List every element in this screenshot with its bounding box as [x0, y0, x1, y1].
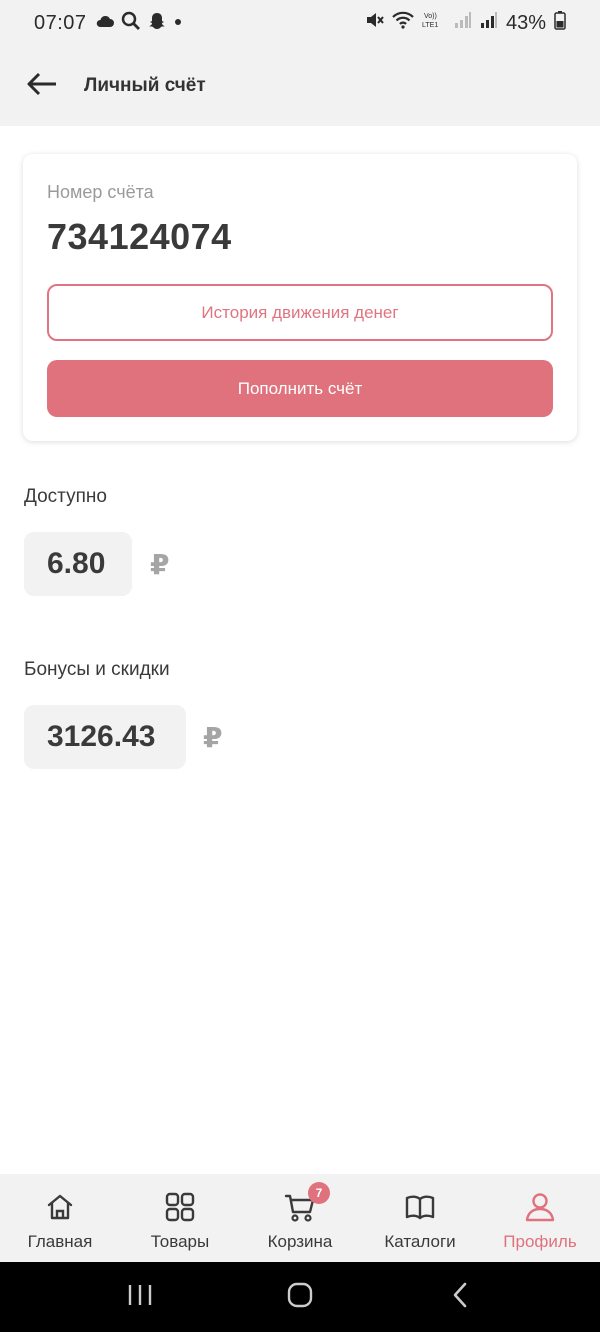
nav-item-profile[interactable]: Профиль: [480, 1174, 600, 1262]
recent-apps-icon: [126, 1283, 154, 1312]
system-nav-bar: [0, 1262, 600, 1332]
nav-item-catalogs[interactable]: Каталоги: [360, 1174, 480, 1262]
money-history-button[interactable]: История движения денег: [47, 284, 553, 341]
nav-label-products: Товары: [150, 1232, 210, 1251]
battery-icon: [554, 10, 566, 36]
user-icon: [524, 1190, 556, 1224]
signal-icon: [454, 11, 472, 35]
account-card: Номер счёта 734124074 История движения д…: [23, 154, 577, 441]
nav-item-products[interactable]: Товары: [120, 1174, 240, 1262]
ruble-icon: ₽: [150, 549, 170, 580]
home-icon: [44, 1190, 76, 1224]
recent-apps-button[interactable]: [100, 1267, 180, 1327]
cart-icon: 7: [284, 1182, 330, 1224]
volte-icon: Vo)) LTE1: [422, 10, 446, 36]
back-system-button[interactable]: [420, 1267, 500, 1327]
topup-button[interactable]: Пополнить счёт: [47, 360, 553, 417]
account-number: 734124074: [47, 216, 232, 257]
status-time: 07:07: [34, 11, 87, 34]
chevron-left-icon: [450, 1281, 470, 1314]
bonuses-label: Бонусы и скидки: [24, 659, 170, 680]
bonuses-amount-value: 3126.43: [47, 720, 156, 753]
snapchat-icon: [147, 11, 167, 36]
home-circle-icon: [286, 1281, 314, 1314]
battery-level: 43%: [505, 11, 546, 34]
available-label: Доступно: [24, 486, 107, 507]
ruble-icon: ₽: [203, 722, 223, 753]
nav-label-home: Главная: [27, 1232, 93, 1251]
book-icon: [404, 1190, 436, 1224]
page-title: Личный счёт: [84, 75, 206, 96]
search-icon: [121, 11, 141, 36]
back-button[interactable]: [0, 46, 84, 126]
wifi-icon: [392, 11, 414, 35]
cloud-icon: [95, 14, 115, 33]
app-header: Личный счёт: [0, 46, 600, 126]
account-number-label: Номер счёта: [47, 182, 154, 202]
nav-label-catalogs: Каталоги: [384, 1232, 456, 1251]
mute-icon: [364, 10, 384, 36]
svg-text:Vo)): Vo)): [424, 13, 437, 20]
nav-item-home[interactable]: Главная: [0, 1174, 120, 1262]
dot-icon: [173, 14, 183, 32]
svg-text:LTE1: LTE1: [422, 22, 438, 29]
signal-icon: [480, 11, 498, 35]
grid-icon: [164, 1190, 196, 1224]
nav-label-profile: Профиль: [503, 1232, 577, 1251]
status-bar: 07:07 Vo)) LTE1 43%: [0, 0, 600, 46]
bottom-nav: Главная Товары 7 Корзина Каталоги Профил…: [0, 1174, 600, 1262]
arrow-left-icon: [26, 72, 58, 101]
bonuses-amount: 3126.43: [24, 705, 186, 769]
nav-item-cart[interactable]: 7 Корзина: [240, 1174, 360, 1262]
available-amount: 6.80: [24, 532, 132, 596]
cart-count-badge: 7: [308, 1182, 330, 1204]
available-amount-value: 6.80: [47, 547, 106, 580]
home-system-button[interactable]: [260, 1267, 340, 1327]
nav-label-cart: Корзина: [267, 1232, 333, 1251]
